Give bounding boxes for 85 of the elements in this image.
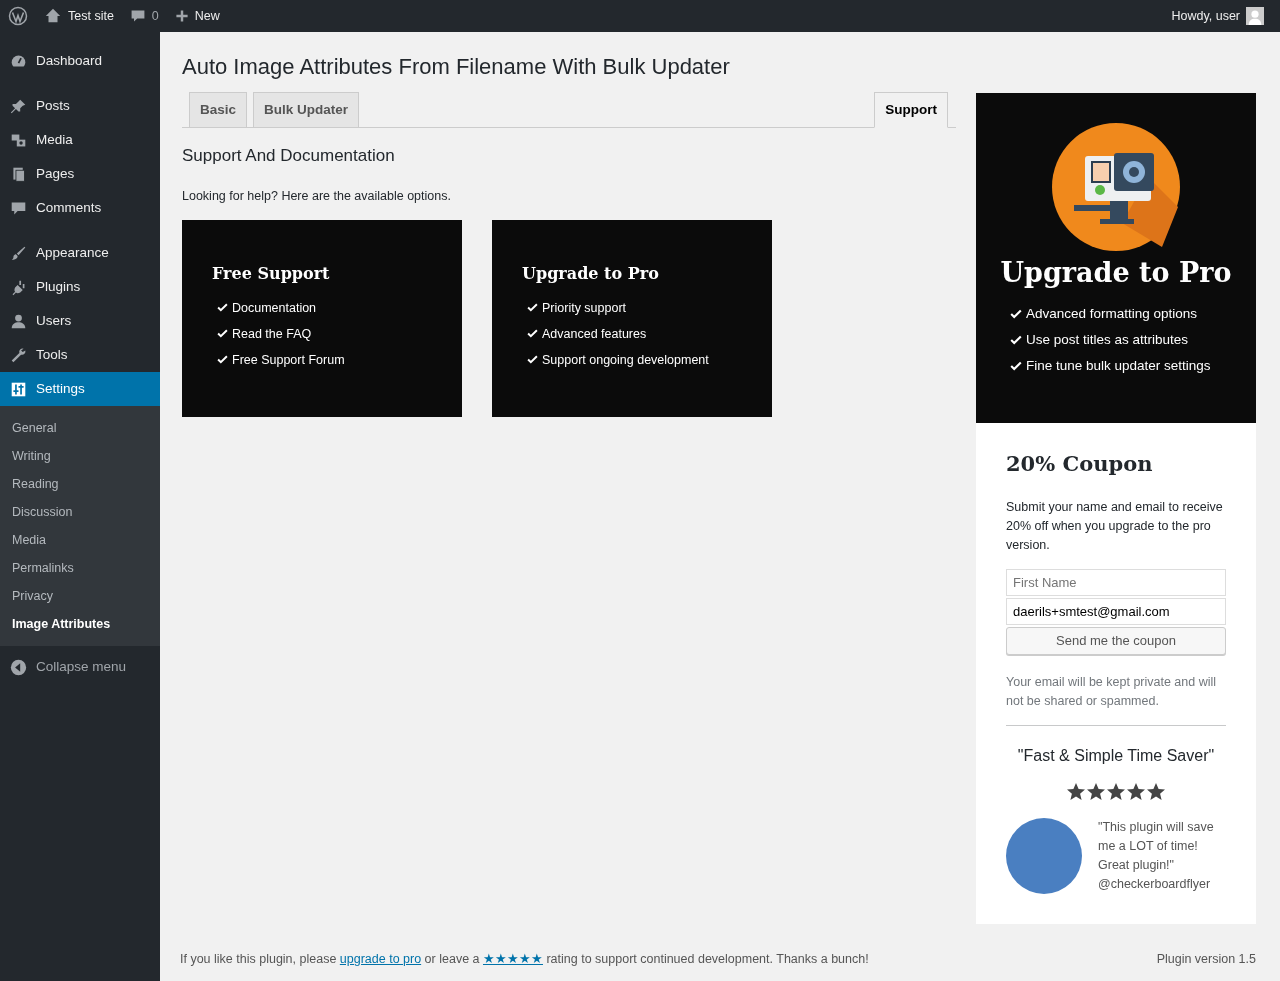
sidebar-item[interactable]: Tools [0, 338, 160, 372]
intro-text: Looking for help? Here are the available options. [182, 187, 452, 205]
page-icon [10, 165, 27, 183]
sliders-icon [10, 380, 27, 398]
comments-count: 0 [151, 7, 159, 25]
tab[interactable]: Basic [189, 92, 248, 129]
sidebar-item[interactable]: Plugins [0, 270, 160, 304]
feature-item: Use post titles as attributes [1026, 331, 1189, 350]
sidebar-item[interactable]: Appearance [0, 236, 160, 270]
name-input-field[interactable]: First Name [1006, 569, 1226, 597]
plus-icon [174, 9, 189, 23]
tab[interactable]: Bulk Updater [253, 92, 360, 129]
submenu-item[interactable]: Permalinks [0, 554, 160, 582]
star-icon [1126, 782, 1146, 803]
site-name: Test site [68, 7, 114, 25]
submenu-item[interactable]: Writing [0, 442, 160, 470]
wordpress-logo-icon [8, 6, 28, 26]
coupon-text: Submit your name and email to receive 20% off when you upgrade to the pro version. [1006, 499, 1224, 555]
page-title: Auto Image Attributes From Filename With Bulk Updater [182, 54, 731, 81]
checkmark-icon [527, 328, 538, 340]
checklist-item: Advanced features [542, 325, 647, 343]
send-coupon-button[interactable]: Send me the coupon [1006, 627, 1226, 656]
plugin-version: Plugin version 1.5 [1156, 951, 1256, 969]
checklist-item: Documentation [232, 299, 317, 317]
footer-text: If you like this plugin, please upgrade to pro or leave a ★★★★★ rating to support continued development. Thanks a bunch! [180, 951, 869, 969]
checkmark-icon [527, 354, 538, 366]
submenu-item[interactable]: General [0, 414, 160, 442]
star-icon [1106, 782, 1126, 803]
privacy-note: Your email will be kept private and will not be shared or spammed. [1006, 674, 1218, 711]
new-label: New [194, 7, 220, 25]
collapse-menu-button[interactable]: Collapse menu [0, 650, 160, 684]
sidebar-item[interactable]: Users [0, 304, 160, 338]
testimonial-title: "Fast & Simple Time Saver" [1016, 746, 1216, 767]
submenu-item[interactable]: Image Attributes [0, 610, 160, 638]
checkmark-icon [1010, 360, 1022, 373]
star-icon [1066, 782, 1086, 803]
feature-item: Advanced formatting options [1026, 305, 1198, 324]
testimonial-author: @checkerboardflyer [1098, 876, 1212, 894]
checkmark-icon [1010, 334, 1022, 347]
checkmark-icon [527, 302, 538, 314]
sidebar-item[interactable]: Media [0, 123, 160, 157]
sidebar-item[interactable]: Pages [0, 157, 160, 191]
person-icon [10, 312, 27, 330]
star-icon [1146, 782, 1166, 803]
greeting: Howdy, user [1171, 7, 1240, 25]
submenu-item[interactable]: Discussion [0, 498, 160, 526]
site-name-link[interactable]: Test site [36, 6, 122, 26]
upgrade-link[interactable]: upgrade to pro [339, 952, 422, 967]
promo-title: Upgrade to Pro [999, 257, 1233, 290]
account-link[interactable]: Howdy, user [1163, 6, 1272, 26]
plug-icon [10, 278, 27, 296]
feature-item: Fine tune bulk updater settings [1026, 357, 1211, 376]
tab[interactable]: Support [874, 92, 948, 129]
checklist-item: Free Support Forum [232, 351, 345, 369]
checkmark-icon [217, 328, 228, 340]
brush-icon [10, 244, 27, 262]
submenu-item[interactable]: Privacy [0, 582, 160, 610]
sidebar-item[interactable]: Posts [0, 89, 160, 123]
home-icon [44, 7, 62, 25]
coupon-title: 20% Coupon [1006, 451, 1154, 477]
avatar-icon [1246, 7, 1264, 25]
star-icon [1086, 782, 1106, 803]
checklist-item: Priority support [542, 299, 627, 317]
new-link[interactable]: New [166, 6, 228, 26]
section-title: Support And Documentation [182, 146, 396, 167]
sidebar-item[interactable]: Settings [0, 372, 160, 406]
rating-link[interactable]: ★★★★★ [483, 952, 543, 967]
submenu-item[interactable]: Reading [0, 470, 160, 498]
checkmark-icon [217, 354, 228, 366]
comments-link[interactable]: 0 [121, 6, 167, 26]
left-arrow-circle-icon [10, 658, 27, 676]
wrench-icon [10, 346, 27, 364]
card-title: Free Support [212, 263, 331, 283]
speech-bubble-icon [129, 8, 146, 24]
checklist-item: Support ongoing development [542, 351, 709, 369]
checkmark-icon [1010, 308, 1022, 321]
sidebar-item[interactable]: Comments [0, 191, 160, 225]
submenu-item[interactable]: Media [0, 526, 160, 554]
checkmark-icon [217, 302, 228, 314]
card-title: Upgrade to Pro [522, 263, 660, 283]
sidebar-item[interactable]: Dashboard [0, 44, 160, 78]
email-input-field[interactable]: daerils+smtest@gmail.com [1006, 598, 1226, 626]
testimonial-quote: "This plugin will save me a LOT of time! Great plugin!" [1098, 819, 1215, 875]
pin-icon [10, 97, 27, 115]
checklist-item: Read the FAQ [232, 325, 312, 343]
